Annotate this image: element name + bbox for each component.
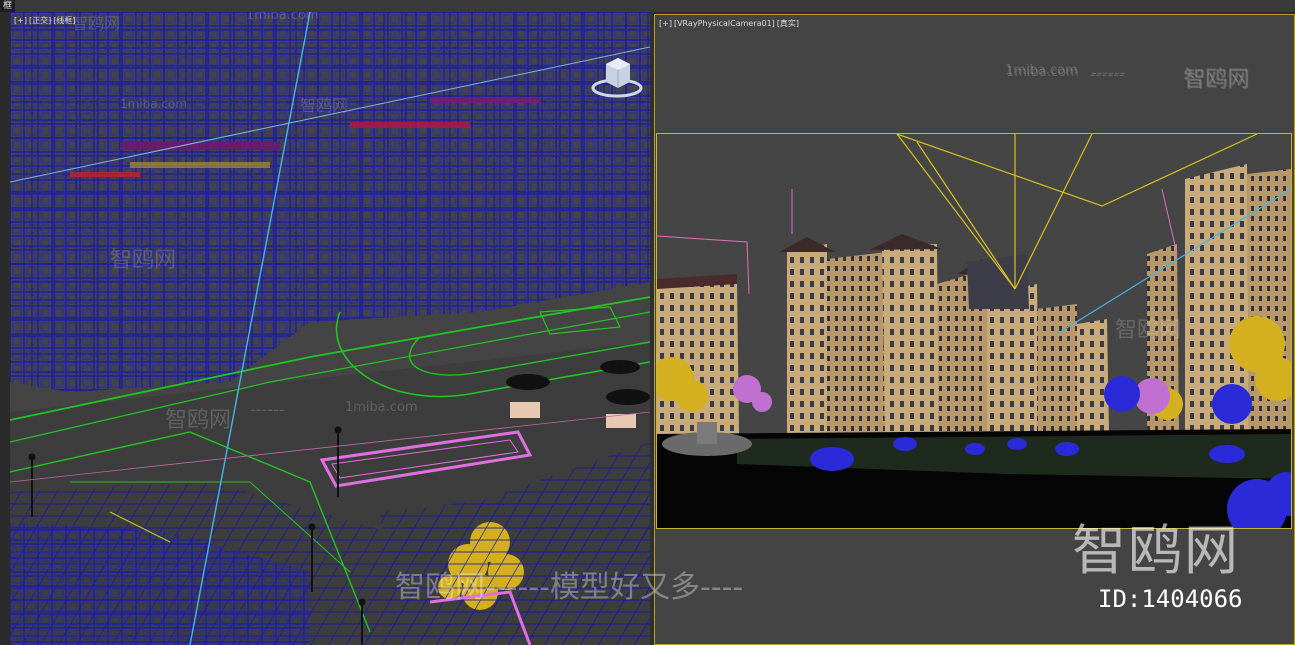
viewcube-icon[interactable] bbox=[588, 54, 646, 100]
watermark-site-2: 1miba.com bbox=[345, 400, 418, 415]
watermark-brand-2: 智鸥网 bbox=[110, 248, 177, 273]
viewport-label-camera[interactable]: [+] [VRayPhysicalCamera01] [真实] bbox=[659, 18, 801, 29]
viewport-shading-label[interactable]: [真实] bbox=[777, 19, 799, 28]
watermark-brand-5: 智鸥网 bbox=[1184, 68, 1251, 93]
title-tab[interactable]: 框 bbox=[0, 0, 16, 12]
viewport-ortho[interactable]: [+] [正交] [线框] ------ 智鸥网 1miba.com 1miba… bbox=[10, 12, 650, 645]
watermark-site-1: 1miba.com bbox=[120, 97, 188, 111]
watermark-dashes-1: ------ bbox=[250, 400, 285, 419]
watermark-site-top: 1miba.com bbox=[246, 12, 319, 23]
watermark-brand-3: 智鸥网 bbox=[165, 408, 232, 433]
camera-scene bbox=[657, 134, 1291, 528]
watermark-brand-top: 智鸥网 bbox=[72, 14, 121, 33]
watermark-brand-1: 智鸥网 bbox=[300, 96, 349, 115]
watermark-site-4: 1miba.com bbox=[1006, 65, 1079, 80]
viewport-camera-label[interactable]: [VRayPhysicalCamera01] bbox=[674, 19, 775, 28]
title-bar: 框 bbox=[0, 0, 1295, 12]
watermark-dashes-3: ------ bbox=[1090, 65, 1125, 84]
watermark-slogan: 智鸥网------模型好又多---- bbox=[395, 570, 744, 605]
watermark-big-brand: 智鸥网 bbox=[1072, 519, 1240, 582]
viewport-menu-plus[interactable]: [+] bbox=[14, 16, 27, 25]
watermark-brand-6: 智鸥网 bbox=[1115, 318, 1182, 343]
watermark-dashes-top: ------ bbox=[36, 12, 71, 29]
viewport-menu-plus[interactable]: [+] bbox=[659, 19, 672, 28]
safe-frame bbox=[656, 133, 1292, 529]
watermark-id: ID:1404066 bbox=[1098, 585, 1243, 613]
